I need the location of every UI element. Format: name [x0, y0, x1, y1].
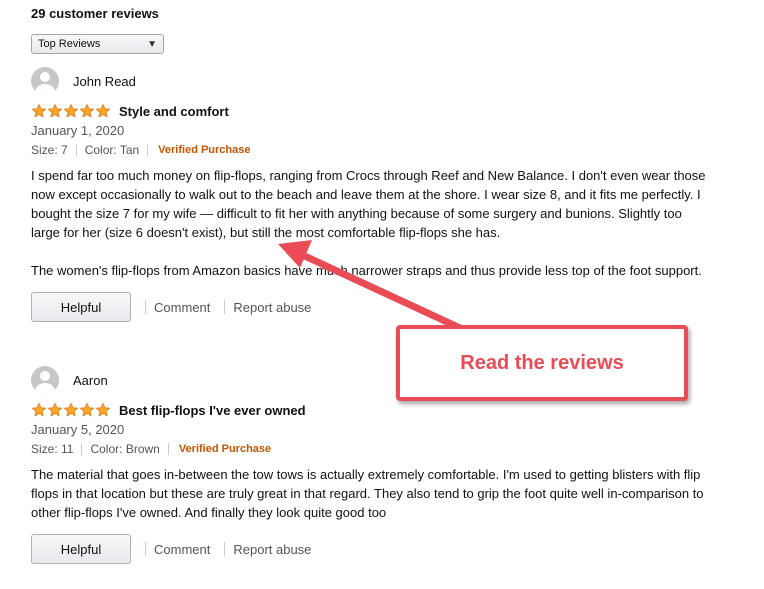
- star-icon: [96, 104, 110, 118]
- review-color[interactable]: Color: Tan: [85, 140, 139, 160]
- review-size[interactable]: Size: 11: [31, 439, 73, 459]
- review-body: The material that goes in-between the to…: [31, 465, 711, 522]
- review-title-row: Best flip-flops I've ever owned: [31, 401, 721, 419]
- review-item: John Read Style and comfort January 1, 2…: [31, 66, 721, 322]
- report-abuse-link[interactable]: Report abuse: [233, 300, 311, 315]
- divider: [147, 144, 149, 156]
- divider: [81, 443, 83, 455]
- review-paragraph: The material that goes in-between the to…: [31, 467, 704, 520]
- comment-link[interactable]: Comment: [154, 300, 210, 315]
- divider: [145, 300, 146, 314]
- star-icon: [64, 104, 78, 118]
- star-icon: [48, 104, 62, 118]
- divider: [224, 542, 226, 556]
- star-icon: [32, 403, 46, 417]
- review-meta: Size: 11 Color: Brown Verified Purchase: [31, 439, 721, 459]
- review-title[interactable]: Best flip-flops I've ever owned: [119, 403, 306, 418]
- callout-box: Read the reviews: [396, 325, 688, 401]
- comment-link[interactable]: Comment: [154, 542, 210, 557]
- verified-purchase-badge[interactable]: Verified Purchase: [158, 140, 250, 160]
- star-rating[interactable]: [31, 103, 111, 119]
- review-size[interactable]: Size: 7: [31, 140, 68, 160]
- divider: [145, 542, 146, 556]
- callout-text: Read the reviews: [460, 351, 624, 374]
- review-body: I spend far too much money on flip-flops…: [31, 166, 711, 280]
- review-meta: Size: 7 Color: Tan Verified Purchase: [31, 140, 721, 160]
- review-date: January 5, 2020: [31, 422, 125, 437]
- star-icon: [80, 104, 94, 118]
- star-icon: [48, 403, 62, 417]
- star-icon: [32, 104, 46, 118]
- star-rating[interactable]: [31, 402, 111, 418]
- review-title[interactable]: Style and comfort: [119, 104, 229, 119]
- divider: [224, 300, 226, 314]
- verified-purchase-badge[interactable]: Verified Purchase: [179, 439, 271, 459]
- divider: [75, 144, 77, 156]
- review-count-heading: 29 customer reviews: [31, 6, 159, 21]
- star-icon: [64, 403, 78, 417]
- sort-select[interactable]: Top Reviews ▼: [31, 34, 164, 54]
- profile-name[interactable]: Aaron: [73, 373, 108, 388]
- review-profile: John Read: [31, 66, 721, 96]
- review-paragraph: The women's flip-flops from Amazon basic…: [31, 263, 702, 278]
- review-paragraph: I spend far too much money on flip-flops…: [31, 168, 706, 240]
- review-actions: Helpful Comment Report abuse: [31, 292, 721, 322]
- chevron-down-icon: ▼: [147, 38, 157, 50]
- avatar[interactable]: [31, 67, 59, 95]
- avatar[interactable]: [31, 366, 59, 394]
- review-actions: Helpful Comment Report abuse: [31, 534, 721, 564]
- report-abuse-link[interactable]: Report abuse: [233, 542, 311, 557]
- review-title-row: Style and comfort: [31, 102, 721, 120]
- helpful-button[interactable]: Helpful: [31, 534, 131, 564]
- star-icon: [96, 403, 110, 417]
- sort-select-value: Top Reviews: [38, 38, 101, 50]
- divider: [167, 443, 169, 455]
- star-icon: [80, 403, 94, 417]
- profile-name[interactable]: John Read: [73, 74, 136, 89]
- review-color[interactable]: Color: Brown: [90, 439, 159, 459]
- helpful-button[interactable]: Helpful: [31, 292, 131, 322]
- review-date: January 1, 2020: [31, 123, 125, 138]
